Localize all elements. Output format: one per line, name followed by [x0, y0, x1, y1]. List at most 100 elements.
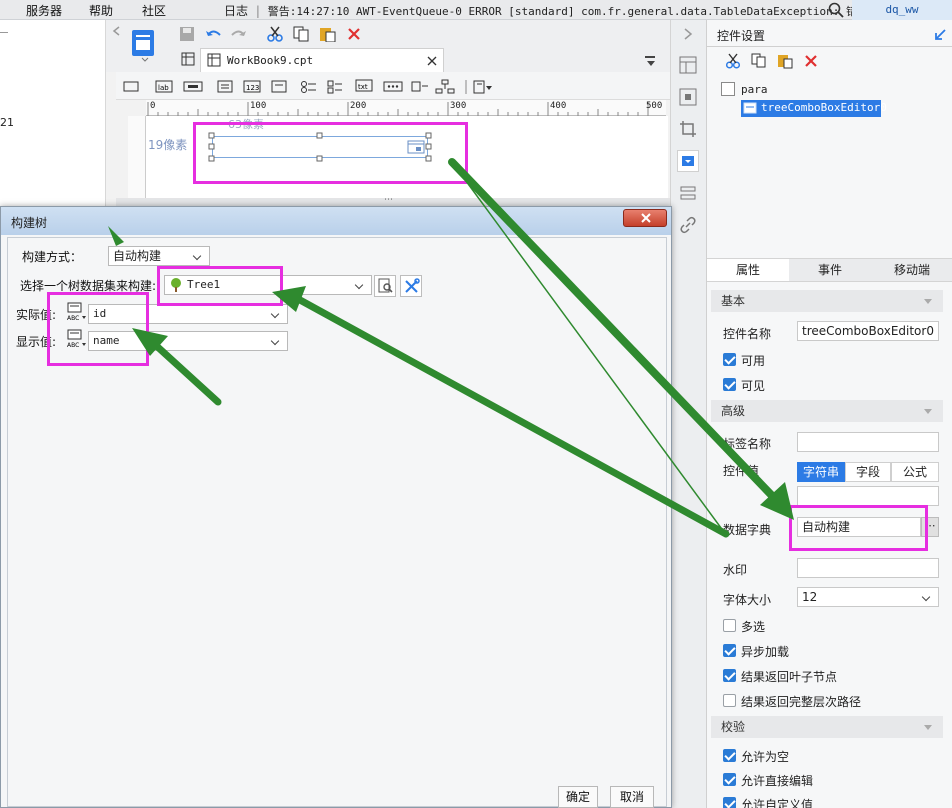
field-type-icon[interactable]: ABC — [66, 329, 88, 349]
allow-custom-label: 允许自定义值 — [741, 798, 814, 808]
tab-mobile[interactable]: 移动端 — [871, 259, 952, 281]
value-type-string[interactable]: 字符串 — [797, 462, 845, 482]
field-type-icon[interactable]: ABC — [66, 302, 88, 322]
design-canvas[interactable]: 63像素 19像素 — [146, 116, 668, 198]
panel-delete-icon[interactable] — [803, 53, 819, 69]
chevron-down-icon — [270, 332, 284, 350]
enabled-checkbox[interactable] — [723, 353, 736, 366]
section-basic-label: 基本 — [721, 294, 746, 308]
panel-cut-icon[interactable] — [725, 53, 741, 69]
preview-dataset-button[interactable] — [374, 275, 396, 297]
tab-properties[interactable]: 属性 — [707, 259, 789, 281]
tag-name-field[interactable] — [797, 432, 939, 452]
collapse-left-icon[interactable] — [112, 26, 122, 36]
return-full-path-checkbox[interactable] — [723, 694, 736, 707]
new-report-button[interactable] — [178, 48, 200, 72]
actual-value-select[interactable]: id — [88, 304, 288, 324]
height-indicator: 19像素 — [148, 138, 188, 152]
display-value-select[interactable]: name — [88, 331, 288, 351]
section-basic-arrow-icon[interactable] — [923, 298, 933, 306]
panel-paste-icon[interactable] — [777, 53, 793, 69]
search-icon[interactable] — [828, 2, 844, 18]
layout-icon[interactable] — [679, 56, 697, 74]
list-icon[interactable] — [679, 184, 697, 202]
menu-server[interactable]: 服务器 — [26, 2, 62, 19]
data-dict-field[interactable]: 自动构建 — [797, 517, 921, 537]
tab-workbook[interactable]: WorkBook9.cpt — [200, 48, 444, 72]
allow-edit-checkbox[interactable] — [723, 773, 736, 786]
redo-icon[interactable] — [230, 26, 248, 42]
panel-copy-icon[interactable] — [751, 53, 767, 69]
copy-icon[interactable] — [292, 26, 310, 42]
ruler-label-0: 0 — [150, 101, 156, 111]
dialog-title: 构建树 — [11, 216, 48, 230]
menu-help[interactable]: 帮助 — [89, 2, 113, 19]
paste-icon[interactable] — [318, 26, 336, 42]
multi-select-checkbox[interactable] — [723, 619, 736, 632]
right-icon-strip — [670, 20, 706, 808]
horizontal-ruler: 0 100 200 300 400 500 — [146, 100, 666, 116]
watermark-label: 水印 — [723, 563, 748, 577]
svg-text:lab: lab — [158, 84, 169, 92]
ruler-ticks — [147, 102, 649, 116]
cell-attr-icon[interactable] — [679, 88, 697, 106]
value-type-field[interactable]: 字段 — [845, 462, 891, 482]
dialog-titlebar[interactable]: 构建树 — [1, 207, 671, 235]
tab-menu-icon[interactable] — [644, 54, 658, 68]
widget-name-field[interactable]: treeComboBoxEditor0 — [797, 321, 939, 341]
log-bar[interactable]: 日志 | 警告:14:27:10 AWT-EventQueue-0 ERROR … — [224, 2, 877, 19]
chevron-down-icon — [921, 588, 935, 606]
return-leaf-checkbox[interactable] — [723, 669, 736, 682]
build-mode-value: 自动构建 — [113, 249, 162, 263]
save-icon[interactable] — [178, 26, 196, 42]
menu-community[interactable]: 社区 — [142, 2, 166, 19]
section-basic[interactable]: 基本 — [711, 290, 943, 312]
left-divider — [0, 32, 8, 33]
widget-palette-icon[interactable]: lab 123 txt — [122, 78, 526, 96]
close-tab-icon[interactable] — [427, 56, 437, 66]
build-mode-select[interactable]: 自动构建 — [108, 246, 210, 266]
font-size-select[interactable]: 12 — [797, 587, 939, 607]
link-icon[interactable] — [679, 216, 697, 234]
multi-select-label: 多选 — [741, 620, 766, 634]
section-advanced[interactable]: 高级 — [711, 400, 943, 422]
tab-events[interactable]: 事件 — [789, 259, 871, 281]
dialog-close-button[interactable] — [623, 209, 667, 227]
section-advanced-arrow-icon[interactable] — [923, 408, 933, 416]
data-dict-more-button[interactable]: ⋯ — [921, 517, 939, 537]
allow-custom-checkbox[interactable] — [723, 797, 736, 808]
enabled-label: 可用 — [741, 354, 766, 368]
crop-icon[interactable] — [679, 120, 697, 138]
dataset-select[interactable]: Tree1 — [164, 275, 372, 295]
cancel-button[interactable]: 取消 — [610, 786, 654, 808]
collapse-arrow-icon[interactable] — [933, 28, 947, 42]
selection-handles[interactable] — [206, 130, 436, 166]
tree-selected-node[interactable]: treeComboBoxEditor0 — [741, 100, 887, 117]
widget-settings-panel: 控件设置 para treeComboBoxEditor0 属性 事件 移动端 … — [706, 20, 952, 808]
cut-icon[interactable] — [266, 26, 284, 42]
async-load-checkbox[interactable] — [723, 644, 736, 657]
section-validation-arrow-icon[interactable] — [923, 724, 933, 732]
edit-dataset-button[interactable] — [400, 275, 422, 297]
ok-button[interactable]: 确定 — [558, 786, 598, 808]
section-validation-label: 校验 — [721, 720, 746, 734]
widget-settings-button[interactable] — [677, 150, 699, 172]
undo-icon[interactable] — [204, 26, 222, 42]
log-label: 日志 — [224, 4, 249, 18]
watermark-field[interactable] — [797, 558, 939, 578]
visible-label: 可见 — [741, 379, 766, 393]
widget-value-field[interactable] — [797, 486, 939, 506]
allow-empty-checkbox[interactable] — [723, 749, 736, 762]
visible-checkbox[interactable] — [723, 378, 736, 391]
svg-text:ABC: ABC — [67, 315, 79, 322]
form-widget-icon[interactable] — [130, 28, 158, 62]
section-validation[interactable]: 校验 — [711, 716, 943, 738]
chevron-right-icon[interactable] — [683, 28, 693, 40]
value-type-formula[interactable]: 公式 — [891, 462, 939, 482]
left-fragment: 21 — [0, 116, 14, 129]
delete-icon[interactable] — [346, 26, 362, 42]
workbook-icon — [207, 53, 221, 67]
tree-root-label[interactable]: para — [741, 83, 768, 96]
widget-settings-icon — [682, 156, 694, 166]
user-tab[interactable]: dq_ww — [852, 0, 952, 20]
